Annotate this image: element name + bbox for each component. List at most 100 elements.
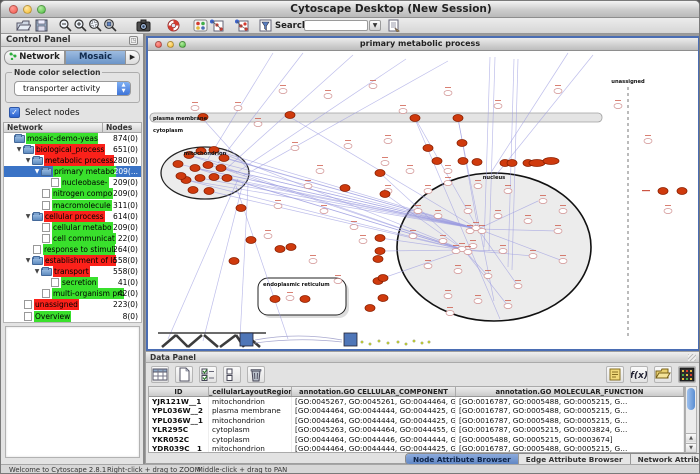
highlighted-node[interactable] bbox=[373, 256, 383, 263]
highlighted-node[interactable] bbox=[173, 161, 183, 168]
node-color-dropdown[interactable]: transporter activity ▲▼ bbox=[14, 81, 131, 96]
highlighted-node[interactable] bbox=[453, 115, 463, 122]
disclosure-expanded-icon[interactable]: ▼ bbox=[24, 211, 32, 222]
select-nodes-checkbox[interactable]: ✓ bbox=[9, 107, 20, 118]
disclosure-expanded-icon[interactable]: ▼ bbox=[24, 155, 32, 166]
search-input[interactable] bbox=[304, 20, 368, 31]
tab-edge-attribute-browser[interactable]: Edge Attribute Browser bbox=[519, 454, 631, 464]
column-header[interactable]: _cellularLayoutRegion bbox=[209, 387, 292, 396]
highlighted-node[interactable] bbox=[222, 175, 232, 182]
column-header[interactable]: annotation.GO MOLECULAR_FUNCTION bbox=[456, 387, 684, 396]
tree-row[interactable]: ▼establishment of lo558(0) bbox=[4, 255, 141, 266]
tree-row[interactable]: multi-organism pro42(0) bbox=[4, 288, 141, 299]
zoom-out-icon[interactable] bbox=[58, 19, 73, 32]
highlighted-node[interactable] bbox=[275, 246, 285, 253]
vizmapper-icon[interactable] bbox=[209, 19, 224, 32]
tree-row[interactable]: ▼biological_process651(0) bbox=[4, 144, 141, 155]
highlighted-node[interactable] bbox=[458, 158, 468, 165]
tree-row[interactable]: unassigned223(0) bbox=[4, 299, 141, 310]
scroll-down-icon[interactable]: ▼ bbox=[686, 443, 696, 452]
disclosure-expanded-icon[interactable]: ▼ bbox=[15, 144, 23, 155]
highlighted-node[interactable] bbox=[507, 160, 517, 167]
highlighted-node[interactable] bbox=[190, 165, 200, 172]
snapshot-icon[interactable] bbox=[136, 19, 151, 32]
highlighted-node[interactable] bbox=[457, 140, 467, 147]
disclosure-expanded-icon[interactable]: ▼ bbox=[33, 266, 41, 277]
vizmapper-edit-icon[interactable] bbox=[234, 19, 249, 32]
highlighted-node[interactable] bbox=[300, 296, 310, 303]
tree-row[interactable]: cellular metabo209(0) bbox=[4, 222, 141, 233]
highlighted-node[interactable] bbox=[658, 188, 668, 195]
attribute-matrix-icon[interactable] bbox=[678, 366, 696, 383]
highlighted-node[interactable] bbox=[432, 158, 442, 165]
highlighted-node[interactable] bbox=[378, 295, 388, 302]
maximize-icon[interactable] bbox=[37, 5, 46, 14]
data-panel-titlebar[interactable]: Data Panel bbox=[146, 352, 699, 363]
highlighted-node[interactable] bbox=[204, 188, 214, 195]
tree-row[interactable]: secretion41(0) bbox=[4, 277, 141, 288]
table-row[interactable]: YLR295Ccytoplasm[GO:0045263, GO:0044464,… bbox=[149, 425, 684, 434]
highlighted-node[interactable] bbox=[195, 175, 205, 182]
highlighted-node[interactable] bbox=[543, 158, 559, 165]
highlighted-node[interactable] bbox=[378, 275, 388, 282]
minimize-icon[interactable] bbox=[23, 5, 32, 14]
tab-mosaic[interactable]: Mosaic bbox=[65, 50, 126, 65]
tab-network[interactable]: Network bbox=[4, 50, 65, 65]
new-attribute-icon[interactable] bbox=[175, 366, 193, 383]
table-row[interactable]: YDR039C__1mitochondrion[GO:0044464, GO:0… bbox=[149, 444, 684, 453]
highlighted-node[interactable] bbox=[375, 235, 385, 242]
tree-row[interactable]: cell communicat22(0) bbox=[4, 233, 141, 244]
highlighted-node[interactable] bbox=[340, 185, 350, 192]
tree-row[interactable]: macromolecule311(0) bbox=[4, 200, 141, 211]
tree-row[interactable]: nitrogen compo209(0) bbox=[4, 188, 141, 199]
function-builder-icon[interactable]: f(x) bbox=[630, 366, 648, 383]
search-dropdown-icon[interactable]: ▼ bbox=[369, 20, 381, 31]
highlighted-node[interactable] bbox=[209, 174, 219, 181]
tree-row[interactable]: nucleobase-209(0) bbox=[4, 177, 141, 188]
highlighted-node[interactable] bbox=[270, 296, 280, 303]
tree-row[interactable]: ▼cellular process614(0) bbox=[4, 211, 141, 222]
tree-col-nodes[interactable]: Nodes bbox=[103, 123, 135, 132]
tree-row[interactable]: ▼primary metabo209(... bbox=[4, 166, 141, 177]
highlighted-node[interactable] bbox=[176, 173, 186, 180]
highlighted-node[interactable] bbox=[203, 162, 213, 169]
highlighted-node[interactable] bbox=[472, 159, 482, 166]
highlighted-node[interactable] bbox=[285, 112, 295, 119]
tab-node-attribute-browser[interactable]: Node Attribute Browser bbox=[406, 454, 519, 464]
highlighted-node[interactable] bbox=[529, 160, 545, 167]
table-row[interactable]: YPL036W__1mitochondrion[GO:0044464, GO:0… bbox=[149, 416, 684, 425]
tree-row[interactable]: mosaic-demo-yeast874(0) bbox=[4, 133, 141, 144]
delete-attribute-icon[interactable] bbox=[247, 366, 265, 383]
tree-row[interactable]: ▼transport558(0) bbox=[4, 266, 141, 277]
highlighted-node[interactable] bbox=[677, 188, 687, 195]
disclosure-expanded-icon[interactable]: ▼ bbox=[24, 255, 32, 266]
node-colors-icon[interactable] bbox=[193, 19, 208, 32]
attribute-table-icon[interactable] bbox=[151, 366, 169, 383]
highlighted-node[interactable] bbox=[246, 237, 256, 244]
highlighted-node[interactable] bbox=[375, 170, 385, 177]
column-header[interactable]: ID bbox=[149, 387, 209, 396]
network-canvas[interactable]: plasma membranecytoplasmmitochondrionnuc… bbox=[148, 51, 698, 349]
close-icon[interactable] bbox=[9, 5, 18, 14]
birdseye-view-panel[interactable] bbox=[5, 326, 140, 458]
tree-row[interactable]: ▼metabolic process280(0) bbox=[4, 155, 141, 166]
import-attributes-icon[interactable] bbox=[654, 366, 672, 383]
highlighted-node[interactable] bbox=[216, 165, 226, 172]
disclosure-expanded-icon[interactable]: ▼ bbox=[33, 166, 41, 177]
scroll-up-icon[interactable]: ▲ bbox=[686, 433, 696, 442]
select-attributes-icon[interactable] bbox=[199, 366, 217, 383]
highlighted-node[interactable] bbox=[236, 205, 246, 212]
highlighted-node[interactable] bbox=[188, 187, 198, 194]
tree-col-network[interactable]: Network bbox=[4, 123, 103, 132]
unselect-attributes-icon[interactable] bbox=[223, 366, 241, 383]
resize-grip-icon[interactable] bbox=[688, 354, 696, 361]
tab-overflow-arrow-icon[interactable]: ▶ bbox=[126, 50, 140, 65]
tab-network-attribute-browser[interactable]: Network Attribute Browser bbox=[631, 454, 700, 464]
network-view-titlebar[interactable]: primary metabolic process bbox=[148, 38, 698, 51]
zoom-in-icon[interactable] bbox=[73, 19, 88, 32]
zoom-fit-icon[interactable] bbox=[88, 19, 103, 32]
highlighted-node[interactable] bbox=[365, 305, 375, 312]
save-session-icon[interactable] bbox=[34, 19, 49, 32]
attribute-table-header[interactable]: ID_cellularLayoutRegionannotation.GO CEL… bbox=[149, 387, 684, 397]
annotation-note-icon[interactable] bbox=[606, 366, 624, 383]
